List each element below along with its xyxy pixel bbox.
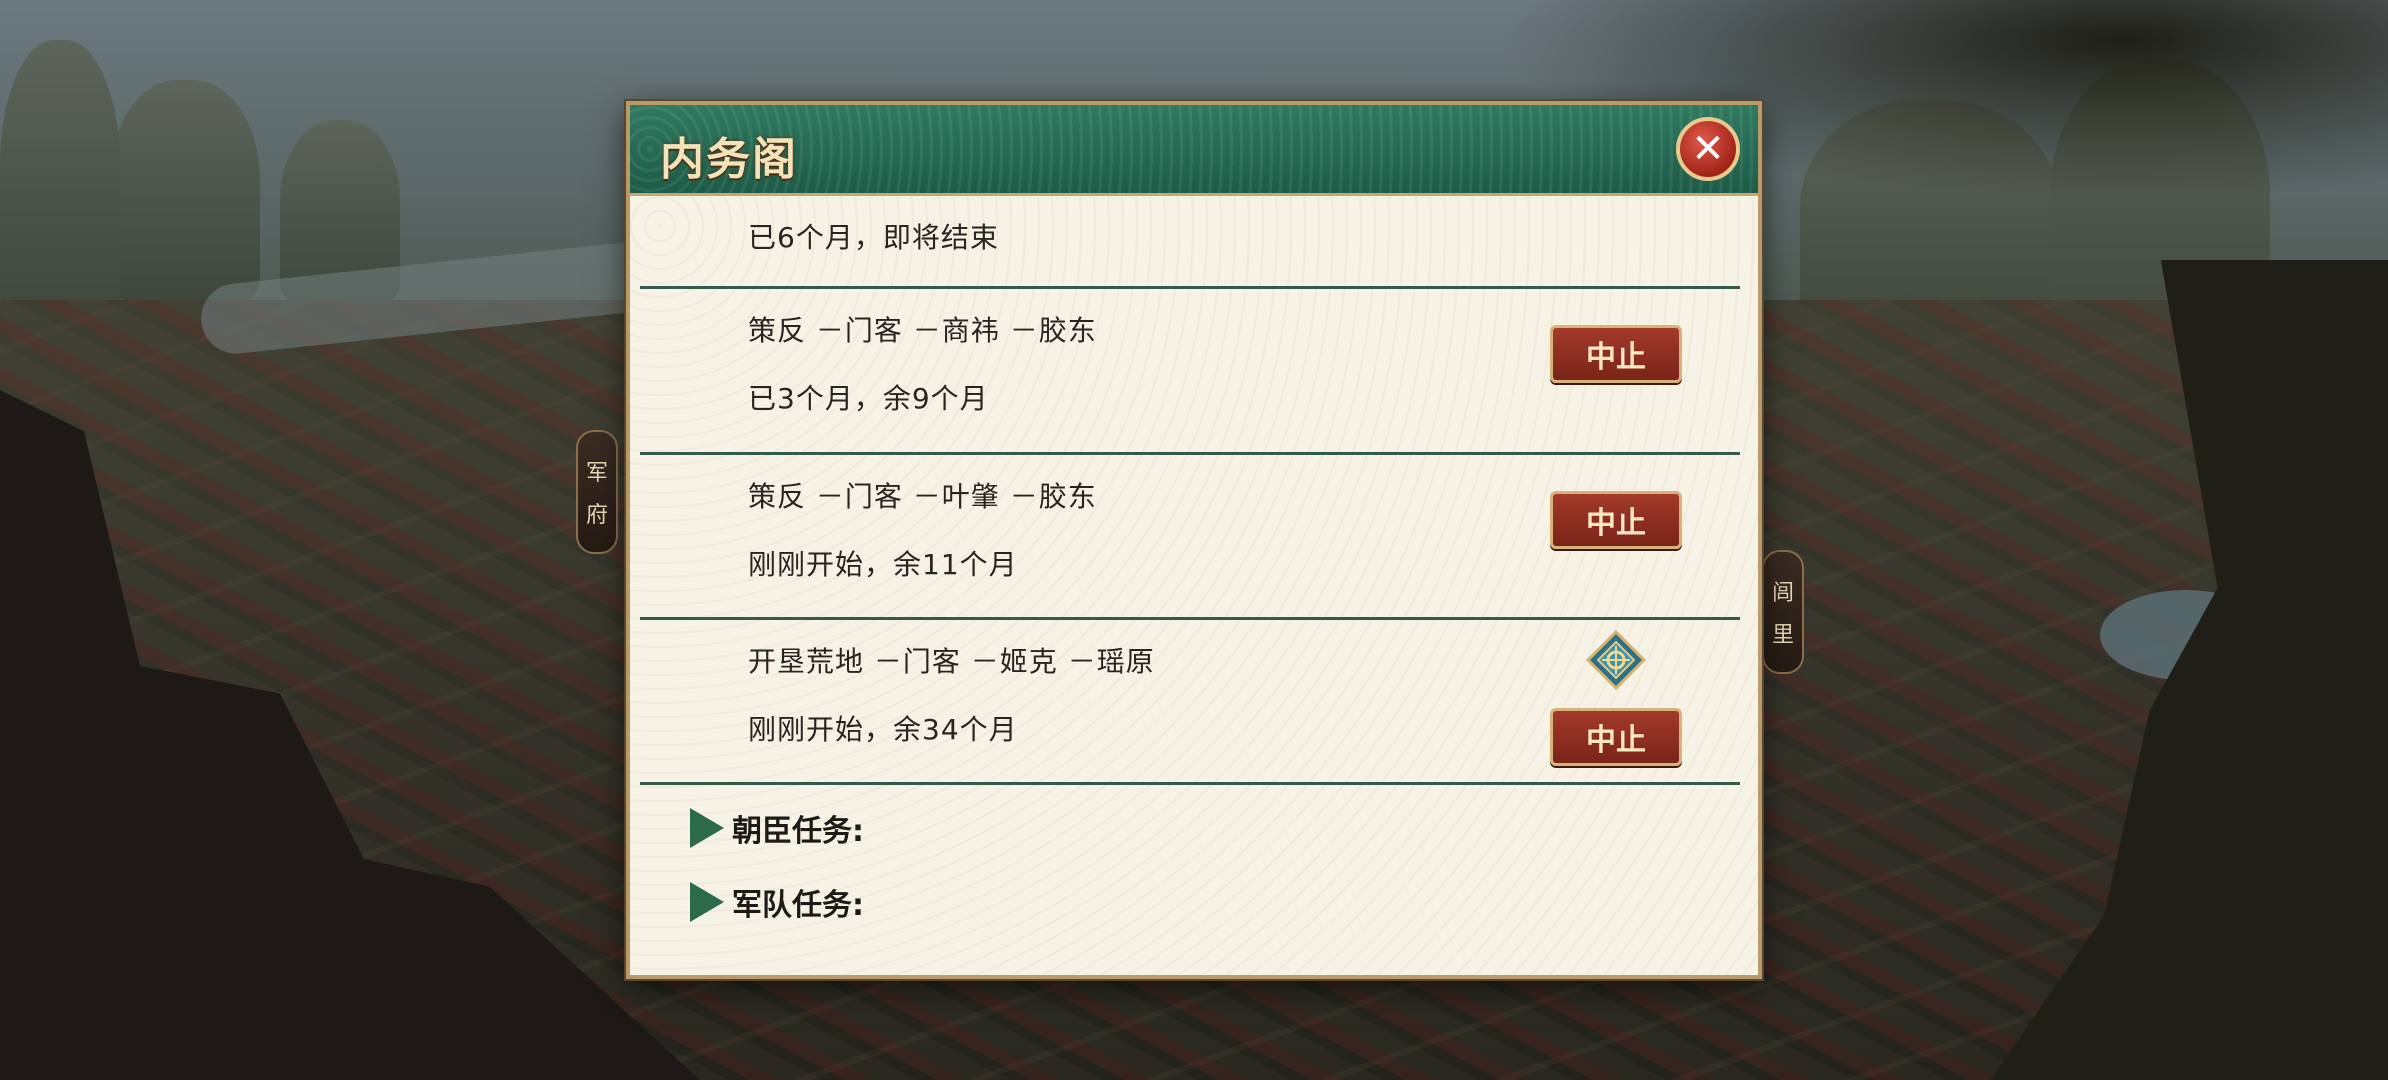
task-status: 已6个月，即将结束: [748, 221, 999, 254]
dialog-header: 内务阁 ✕: [630, 105, 1758, 196]
side-tab-military-office[interactable]: 军 府: [576, 430, 618, 554]
settle-badge-icon: [1586, 630, 1646, 690]
task-list[interactable]: 已6个月，即将结束 策反 －门客 －商祎 －胶东 已3个月，余9个月 中止 策反…: [630, 196, 1758, 975]
task-status: 刚刚开始，余34个月: [748, 713, 1018, 746]
task-description: 策反 －门客 －叶肇 －胶东: [748, 480, 1097, 513]
task-status: 已3个月，余9个月: [748, 382, 989, 415]
side-tab-char: 府: [585, 503, 608, 528]
internal-affairs-dialog: 内务阁 ✕ 已6个月，即将结束 策反 －门客 －商祎 －胶东 已3个月，余9个月…: [626, 101, 1762, 979]
section-label: 朝臣任务:: [732, 814, 864, 849]
section-label: 军队任务:: [732, 888, 864, 923]
task-description: 开垦荒地 －门客 －姬克 －瑶原: [748, 645, 1155, 678]
task-row: 开垦荒地 －门客 －姬克 －瑶原 刚刚开始，余34个月 中止: [640, 620, 1740, 785]
task-row: 已6个月，即将结束: [640, 196, 1740, 289]
side-tab-char: 军: [585, 461, 608, 486]
side-tab-neighborhood[interactable]: 闾 里: [1762, 550, 1804, 674]
close-icon: ✕: [1691, 126, 1725, 172]
stop-button[interactable]: 中止: [1550, 325, 1682, 383]
task-status: 刚刚开始，余11个月: [748, 548, 1018, 581]
stop-button[interactable]: 中止: [1550, 491, 1682, 549]
close-button[interactable]: ✕: [1676, 117, 1740, 181]
task-description: 策反 －门客 －商祎 －胶东: [748, 314, 1097, 347]
army-tasks-section[interactable]: 军队任务:: [690, 880, 864, 924]
minister-tasks-section[interactable]: 朝臣任务:: [690, 806, 864, 850]
stop-button[interactable]: 中止: [1550, 708, 1682, 766]
task-row: 策反 －门客 －商祎 －胶东 已3个月，余9个月 中止: [640, 289, 1740, 455]
side-tab-char: 里: [1771, 623, 1794, 648]
side-tab-char: 闾: [1771, 581, 1794, 606]
task-row: 策反 －门客 －叶肇 －胶东 刚刚开始，余11个月 中止: [640, 455, 1740, 620]
dialog-title: 内务阁: [660, 134, 798, 185]
expand-arrow-icon: [690, 808, 724, 848]
expand-arrow-icon: [690, 882, 724, 922]
